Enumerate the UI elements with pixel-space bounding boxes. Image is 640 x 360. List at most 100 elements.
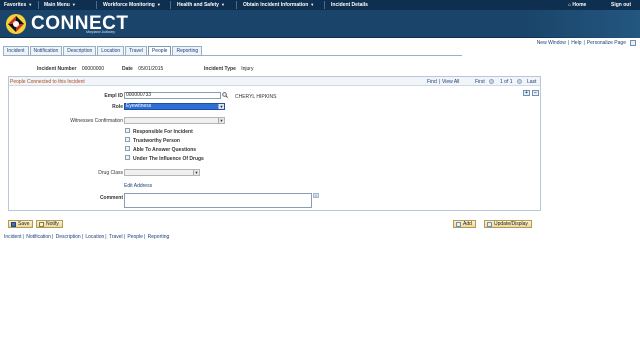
- add-button[interactable]: Add: [453, 220, 476, 228]
- brand-banner: CONNECT Maryland Judiciary: [0, 10, 640, 38]
- role-select[interactable]: Eyewitness ▼: [124, 103, 225, 110]
- tab-reporting[interactable]: Reporting: [172, 46, 203, 55]
- add-icon: [456, 221, 461, 227]
- save-icon: [11, 221, 16, 227]
- menu-favorites[interactable]: Favorites ▼: [4, 2, 32, 8]
- tab-people[interactable]: People: [147, 46, 172, 55]
- page-tabs: Incident Notification Description Locati…: [3, 46, 203, 55]
- menu-main-menu[interactable]: Main Menu ▼: [44, 2, 76, 8]
- home-link[interactable]: ⌂ Home: [568, 2, 586, 8]
- empl-id-label: Empl ID: [104, 93, 123, 99]
- delete-row-button[interactable]: −: [532, 90, 539, 96]
- notify-icon: [39, 221, 44, 227]
- trustworthy-person-checkbox[interactable]: [125, 137, 130, 142]
- drug-class-select[interactable]: ▼: [124, 169, 200, 176]
- page-help-icon[interactable]: [630, 40, 636, 46]
- add-button-label: Add: [463, 221, 472, 227]
- link-separator: |: [567, 40, 570, 46]
- footer-link-location[interactable]: Location: [85, 234, 104, 240]
- role-label: Role: [112, 104, 123, 110]
- banner-decoration: [520, 10, 640, 38]
- tab-travel[interactable]: Travel: [125, 46, 147, 55]
- home-icon: ⌂: [568, 2, 572, 8]
- under-influence-of-drugs-checkbox[interactable]: [125, 155, 130, 160]
- drug-class-label: Drug Class: [98, 170, 123, 176]
- footer-link-people[interactable]: People: [127, 234, 143, 240]
- able-to-answer-questions-label: Able To Answer Questions: [133, 147, 197, 153]
- tab-description[interactable]: Description: [63, 46, 97, 55]
- menu-incident-details[interactable]: Incident Details: [331, 2, 368, 8]
- people-group-box: People Connected to this Incident Find |…: [8, 76, 541, 211]
- responsible-for-incident-checkbox[interactable]: [125, 128, 130, 133]
- footer-link-reporting[interactable]: Reporting: [148, 234, 170, 240]
- link-separator: |: [123, 234, 125, 240]
- personalize-page-link[interactable]: Personalize Page: [587, 40, 626, 46]
- edit-address-link[interactable]: Edit Address: [124, 183, 152, 189]
- add-row-button[interactable]: +: [523, 90, 530, 96]
- new-window-link[interactable]: New Window: [537, 40, 566, 46]
- menu-health-and-safety[interactable]: Health and Safety ▼: [177, 2, 225, 8]
- tab-location[interactable]: Location: [97, 46, 125, 55]
- trustworthy-person-label: Trustworthy Person: [133, 138, 180, 144]
- incident-number-label: Incident Number: [37, 66, 77, 72]
- expand-comment-icon[interactable]: [313, 193, 319, 199]
- update-display-button[interactable]: Update/Display: [484, 220, 532, 228]
- menu-separator: [170, 1, 171, 9]
- menu-workforce-monitoring-label: Workforce Monitoring: [103, 2, 155, 8]
- date-label: Date: [122, 66, 133, 72]
- footer-link-notification[interactable]: Notification: [26, 234, 51, 240]
- able-to-answer-questions-checkbox[interactable]: [125, 146, 130, 151]
- notify-button-label: Notify: [46, 221, 59, 227]
- footer-link-description[interactable]: Description: [56, 234, 81, 240]
- footer-link-incident[interactable]: Incident: [4, 234, 22, 240]
- find-link[interactable]: Find: [427, 79, 437, 85]
- chevron-down-icon: ▼: [156, 2, 161, 7]
- previous-row-button[interactable]: [489, 79, 494, 84]
- comment-label: Comment: [99, 195, 123, 201]
- save-button-label: Save: [18, 221, 30, 227]
- help-link[interactable]: Help: [571, 40, 581, 46]
- connect-logo-icon: [6, 14, 26, 34]
- link-separator: |: [22, 234, 24, 240]
- view-all-link[interactable]: View All: [442, 79, 459, 85]
- group-header: People Connected to this Incident Find |…: [9, 77, 540, 86]
- tab-underline: [3, 55, 462, 56]
- link-separator: |: [81, 234, 83, 240]
- incident-type-label: Incident Type: [204, 66, 236, 72]
- tab-incident[interactable]: Incident: [3, 46, 29, 55]
- chevron-down-icon: ▼: [310, 2, 315, 7]
- under-influence-of-drugs-label: Under The Influence Of Drugs: [133, 156, 204, 162]
- chevron-down-icon: ▼: [28, 2, 33, 7]
- menu-separator: [324, 1, 325, 9]
- footer-link-travel[interactable]: Travel: [109, 234, 123, 240]
- tab-notification[interactable]: Notification: [29, 46, 63, 55]
- menu-workforce-monitoring[interactable]: Workforce Monitoring ▼: [103, 2, 161, 8]
- chevron-down-icon: ▼: [193, 170, 199, 175]
- menu-separator: [236, 1, 237, 9]
- next-row-button[interactable]: [517, 79, 522, 84]
- menu-obtain-incident-information-label: Obtain Incident Information: [243, 2, 309, 8]
- lookup-icon[interactable]: [222, 92, 228, 98]
- first-label: First: [475, 79, 485, 85]
- menu-favorites-label: Favorites: [4, 2, 27, 8]
- empl-id-input[interactable]: 000000733: [124, 92, 221, 99]
- update-display-button-label: Update/Display: [494, 221, 528, 227]
- menu-obtain-incident-information[interactable]: Obtain Incident Information ▼: [243, 2, 314, 8]
- date-value: 05/01/2015: [138, 66, 164, 72]
- link-separator: |: [143, 234, 146, 240]
- witness-confirmation-select[interactable]: ▼: [124, 117, 225, 124]
- nav-separator: |: [439, 79, 441, 85]
- chevron-down-icon: ▼: [71, 2, 76, 7]
- signout-link[interactable]: Sign out: [611, 2, 631, 8]
- comment-textarea[interactable]: [124, 193, 312, 208]
- menu-separator: [38, 1, 39, 9]
- notify-button[interactable]: Notify: [36, 220, 63, 228]
- save-button[interactable]: Save: [8, 220, 34, 228]
- incident-type-field: Incident Type Injury: [204, 66, 253, 72]
- role-selected-value: Eyewitness: [126, 103, 152, 109]
- link-separator: |: [105, 234, 107, 240]
- group-title: People Connected to this Incident: [10, 79, 85, 85]
- link-separator: |: [51, 234, 54, 240]
- employee-name: CHERYL HIPKINS: [235, 94, 277, 100]
- link-separator: |: [583, 40, 585, 46]
